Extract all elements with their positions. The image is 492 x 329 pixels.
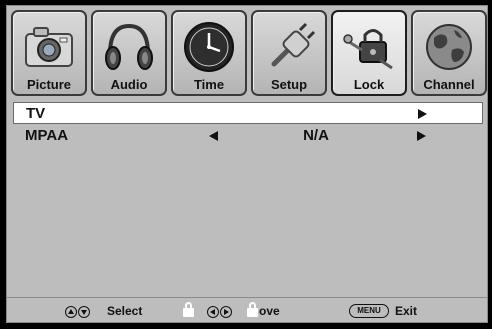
tab-label: Picture <box>26 77 72 92</box>
left-right-keys-icon <box>207 304 233 318</box>
mpaa-value: N/A <box>303 127 329 144</box>
menu-item-label: MPAA <box>25 127 69 144</box>
tab-label: Setup <box>270 77 308 92</box>
arrow-right-icon[interactable] <box>418 109 427 119</box>
menu-tabs: Picture Audio Time Setup Lock Channel <box>11 10 487 96</box>
tab-audio[interactable]: Audio <box>91 10 167 96</box>
up-down-keys-icon <box>65 304 91 318</box>
menu-key-icon: MENU <box>349 304 389 318</box>
tab-label: Lock <box>353 77 385 92</box>
menu-item-label: TV <box>26 105 46 122</box>
headphones-icon <box>105 23 153 70</box>
globe-icon <box>426 24 472 70</box>
tab-channel[interactable]: Channel <box>411 10 487 96</box>
lock-keys-icon <box>343 29 393 70</box>
tab-label: Channel <box>423 77 475 92</box>
menu-item-tv[interactable]: TV <box>13 102 483 124</box>
select-hint: Select <box>107 304 143 318</box>
tab-label: Time <box>193 77 225 92</box>
arrow-right-icon[interactable] <box>417 131 426 141</box>
lock-menu-panel: Picture Audio Time Setup Lock Channel TV… <box>6 5 488 323</box>
lock-icon <box>183 302 194 317</box>
arrow-left-icon[interactable] <box>209 131 218 141</box>
tab-lock[interactable]: Lock <box>331 10 407 96</box>
camera-icon <box>25 27 73 67</box>
move-hint: ove <box>259 304 280 318</box>
tab-label: Audio <box>110 77 148 92</box>
exit-hint: Exit <box>395 304 418 318</box>
tab-picture[interactable]: Picture <box>11 10 87 96</box>
tv-osd-screen: Picture Audio Time Setup Lock Channel TV… <box>0 0 492 329</box>
menu-item-mpaa[interactable]: MPAA N/A <box>13 125 483 147</box>
plug-icon <box>271 22 316 67</box>
footer-hints: Select ove MENU Exit <box>7 298 487 324</box>
lock-icon <box>247 302 258 317</box>
tab-time[interactable]: Time <box>171 10 247 96</box>
tab-setup[interactable]: Setup <box>251 10 327 96</box>
clock-icon <box>184 22 234 72</box>
